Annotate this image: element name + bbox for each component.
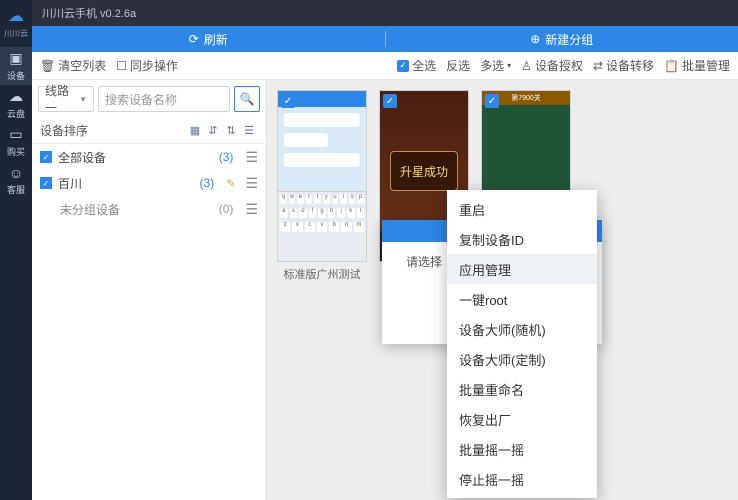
top-actions: 🗑清空列表 ☐同步操作 ✓全选 反选 多选▾ ♙设备授权 ⇄设备转移 📋批量管理 — [32, 52, 738, 80]
transfer-icon: ⇄ — [593, 59, 603, 73]
menu-master-custom[interactable]: 设备大师(定制) — [447, 344, 597, 374]
refresh-icon: ⟳ — [189, 32, 199, 46]
logo-text: 川川云 — [4, 28, 28, 39]
device-icon: ▣ — [9, 50, 22, 67]
sidebar: 线路一▼ 搜索设备名称 🔍 设备排序 ▦ ⇵ ⇅ ☰ ✓全部设备(3)☰ ✓百川… — [32, 80, 267, 500]
menu-icon[interactable]: ☰ — [245, 150, 258, 164]
search-icon: 🔍 — [240, 92, 255, 106]
nav-cloud[interactable]: ☁云盘 — [0, 85, 32, 123]
list-icon: 📋 — [664, 59, 679, 73]
window-title: 川川云手机 v0.2.6a — [32, 0, 738, 26]
menu-restart[interactable]: 重启 — [447, 194, 597, 224]
clear-list-button[interactable]: 🗑清空列表 — [40, 57, 106, 74]
check-icon: ✓ — [281, 94, 295, 108]
cart-icon: ▭ — [9, 126, 22, 143]
nav-buy[interactable]: ▭购买 — [0, 123, 32, 161]
menu-icon[interactable]: ☰ — [245, 176, 258, 190]
device-grid: ✓ qwertyuiopasdfghjklzxcvbnm 标准版广州测试 ✓ 升… — [267, 80, 738, 500]
sync-icon: ☐ — [116, 59, 127, 73]
checkbox-icon[interactable]: ✓ — [40, 177, 52, 189]
menu-stop-shake[interactable]: 停止摇一摇 — [447, 464, 597, 494]
menu-root[interactable]: 一键root — [447, 284, 597, 314]
sort-header: 设备排序 ▦ ⇵ ⇅ ☰ — [32, 118, 266, 144]
menu-batch-rename[interactable]: 批量重命名 — [447, 374, 597, 404]
chevron-down-icon: ▼ — [79, 95, 87, 104]
cloud-icon: ☁ — [9, 88, 23, 105]
nav-devices[interactable]: ▣设备 — [0, 47, 32, 85]
plus-icon: ⊕ — [530, 32, 540, 46]
search-button[interactable]: 🔍 — [234, 86, 260, 112]
menu-app-manage[interactable]: 应用管理 — [447, 254, 597, 284]
refresh-button[interactable]: ⟳刷新 — [32, 26, 385, 52]
check-icon: ✓ — [485, 94, 499, 108]
select-all[interactable]: ✓全选 — [397, 57, 436, 74]
check-icon: ✓ — [397, 60, 409, 72]
sort-up-icon[interactable]: ⇵ — [204, 122, 222, 140]
device-auth[interactable]: ♙设备授权 — [521, 57, 583, 74]
edit-icon[interactable]: ✎ — [226, 177, 235, 190]
context-menu: 重启 复制设备ID 应用管理 一键root 设备大师(随机) 设备大师(定制) … — [447, 190, 597, 498]
menu-batch-shake[interactable]: 批量摇一摇 — [447, 434, 597, 464]
menu-icon[interactable]: ☰ — [245, 202, 258, 216]
device-transfer[interactable]: ⇄设备转移 — [593, 57, 654, 74]
device-thumb[interactable]: ✓ qwertyuiopasdfghjklzxcvbnm — [277, 90, 367, 262]
newgroup-button[interactable]: ⊕新建分组 — [386, 26, 738, 52]
device-caption: 标准版广州测试 — [284, 266, 361, 282]
check-icon: ✓ — [383, 94, 397, 108]
route-select[interactable]: 线路一▼ — [38, 86, 94, 112]
nav-support[interactable]: ☺客服 — [0, 161, 32, 199]
search-input[interactable]: 搜索设备名称 — [98, 86, 230, 112]
group-ungrouped[interactable]: 未分组设备(0)☰ — [32, 196, 266, 222]
logo-icon: ☁ — [8, 6, 24, 26]
filter-icon[interactable]: ☰ — [240, 122, 258, 140]
group-baichuan[interactable]: ✓百川(3)✎☰ — [32, 170, 266, 196]
user-icon: ♙ — [521, 59, 532, 73]
toolbar: ⟳刷新 ⊕新建分组 — [32, 26, 738, 52]
menu-copy-id[interactable]: 复制设备ID — [447, 224, 597, 254]
batch-manage[interactable]: 📋批量管理 — [664, 57, 730, 74]
group-all[interactable]: ✓全部设备(3)☰ — [32, 144, 266, 170]
sort-down-icon[interactable]: ⇅ — [222, 122, 240, 140]
invert-select[interactable]: 反选 — [446, 57, 470, 74]
device-card[interactable]: ✓ qwertyuiopasdfghjklzxcvbnm 标准版广州测试 — [277, 90, 367, 282]
menu-factory-reset[interactable]: 恢复出厂 — [447, 404, 597, 434]
grid-icon[interactable]: ▦ — [186, 122, 204, 140]
chevron-down-icon: ▾ — [507, 61, 511, 70]
trash-icon: 🗑 — [40, 59, 55, 73]
support-icon: ☺ — [9, 165, 23, 181]
menu-master-random[interactable]: 设备大师(随机) — [447, 314, 597, 344]
checkbox-icon[interactable]: ✓ — [40, 151, 52, 163]
sync-button[interactable]: ☐同步操作 — [116, 57, 178, 74]
left-navbar: ☁ 川川云 ▣设备 ☁云盘 ▭购买 ☺客服 — [0, 0, 32, 500]
multi-select[interactable]: 多选▾ — [480, 57, 511, 74]
